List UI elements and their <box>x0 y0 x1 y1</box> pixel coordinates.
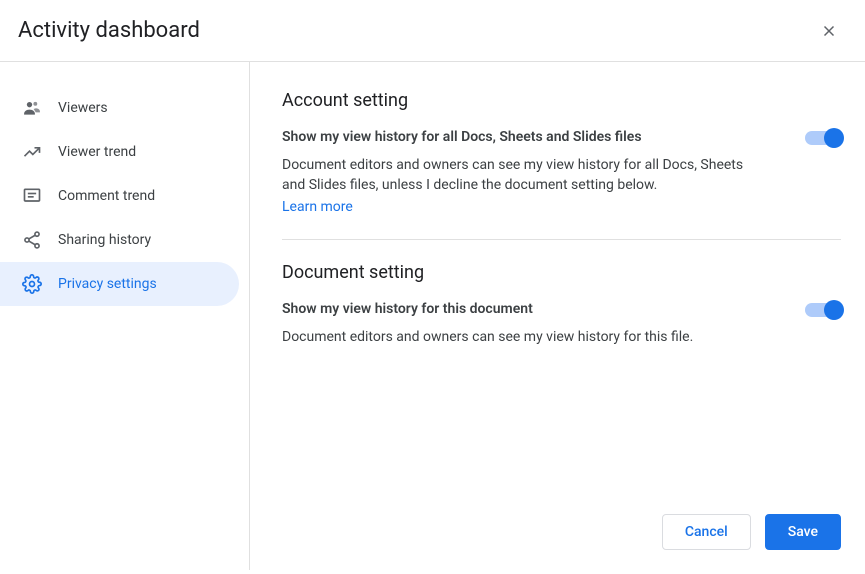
account-setting-title: Show my view history for all Docs, Sheet… <box>282 129 762 145</box>
footer: Cancel Save <box>282 496 841 570</box>
trend-icon <box>22 142 42 162</box>
document-toggle[interactable] <box>805 303 841 317</box>
sidebar-item-sharing-history[interactable]: Sharing history <box>0 218 239 262</box>
document-heading: Document setting <box>282 262 841 283</box>
sidebar: Viewers Viewer trend Comment trend Shari… <box>0 62 250 570</box>
sidebar-item-comment-trend[interactable]: Comment trend <box>0 174 239 218</box>
cancel-button[interactable]: Cancel <box>662 514 751 550</box>
gear-icon <box>22 274 42 294</box>
sidebar-item-label: Viewer trend <box>58 144 136 160</box>
divider <box>282 239 841 240</box>
sidebar-item-label: Privacy settings <box>58 276 157 292</box>
account-heading: Account setting <box>282 90 841 111</box>
close-icon <box>820 22 838 40</box>
people-icon <box>22 98 42 118</box>
learn-more-link[interactable]: Learn more <box>282 199 353 215</box>
comment-icon <box>22 186 42 206</box>
document-setting-title: Show my view history for this document <box>282 301 762 317</box>
close-button[interactable] <box>817 19 841 43</box>
document-setting-desc: Document editors and owners can see my v… <box>282 327 762 347</box>
account-toggle[interactable] <box>805 131 841 145</box>
dialog-header: Activity dashboard <box>0 0 865 62</box>
sidebar-item-viewers[interactable]: Viewers <box>0 86 239 130</box>
sidebar-item-viewer-trend[interactable]: Viewer trend <box>0 130 239 174</box>
document-section: Document setting Show my view history fo… <box>282 262 841 347</box>
content-area: Account setting Show my view history for… <box>250 62 865 570</box>
dialog-title: Activity dashboard <box>18 18 200 43</box>
sidebar-item-label: Comment trend <box>58 188 155 204</box>
account-setting-desc: Document editors and owners can see my v… <box>282 155 762 196</box>
save-button[interactable]: Save <box>765 514 841 550</box>
share-icon <box>22 230 42 250</box>
account-section: Account setting Show my view history for… <box>282 90 841 215</box>
sidebar-item-label: Sharing history <box>58 232 151 248</box>
sidebar-item-privacy-settings[interactable]: Privacy settings <box>0 262 239 306</box>
sidebar-item-label: Viewers <box>58 100 108 116</box>
